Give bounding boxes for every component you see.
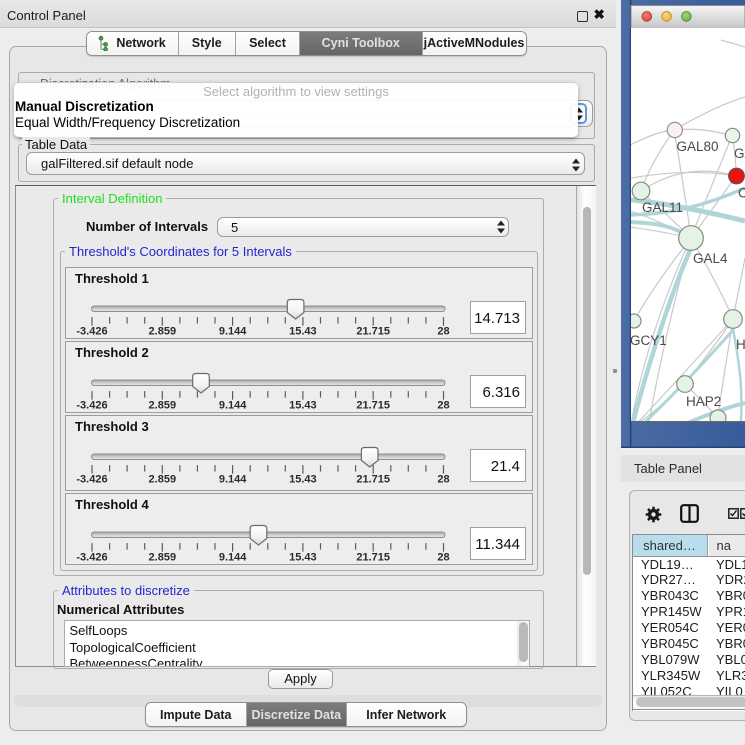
svg-text:HAP2: HAP2 — [686, 394, 721, 409]
svg-text:GCY1: GCY1 — [630, 333, 667, 348]
svg-text:C.: C. — [738, 186, 745, 201]
svg-text:GA: GA — [734, 146, 745, 161]
svg-text:GAL11: GAL11 — [642, 200, 683, 215]
svg-text:GAL4: GAL4 — [693, 251, 728, 266]
svg-text:GAL80: GAL80 — [677, 139, 719, 154]
svg-text:HI: HI — [736, 337, 745, 352]
